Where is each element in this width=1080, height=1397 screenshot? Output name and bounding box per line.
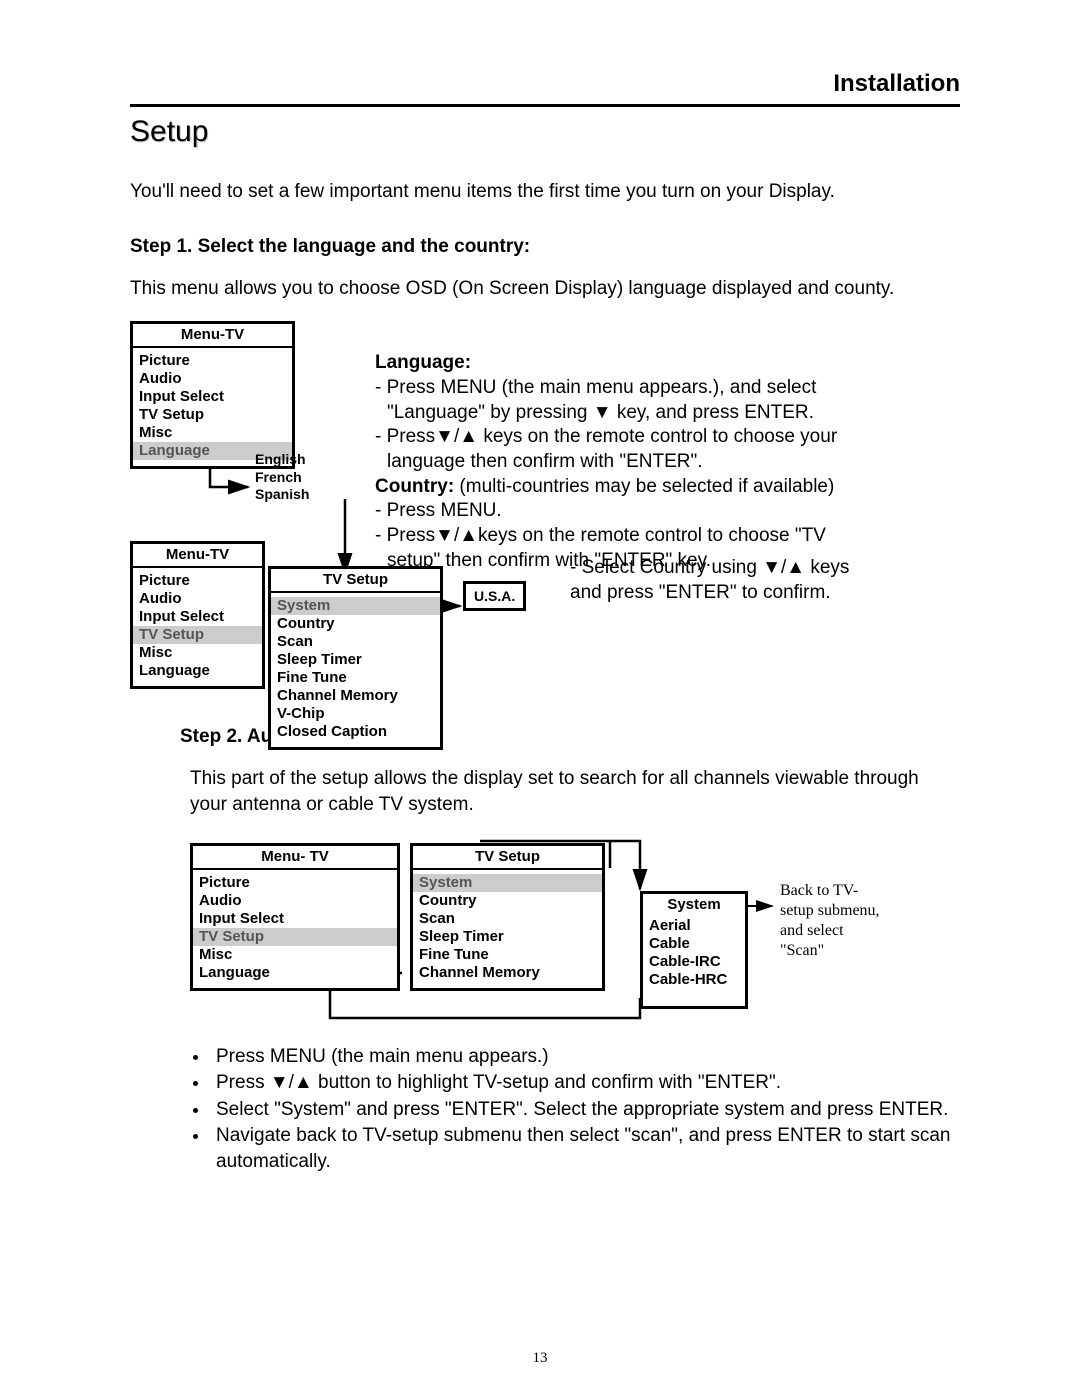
menu-item: Channel Memory <box>419 964 540 981</box>
menu-item: Misc <box>139 424 172 441</box>
page-category: Installation <box>130 70 960 98</box>
lang-option: Spanish <box>255 486 309 502</box>
language-options: English French Spanish <box>255 451 309 504</box>
page-number: 13 <box>0 1350 1080 1367</box>
menu-item: Fine Tune <box>277 669 347 686</box>
menu-item: Sleep Timer <box>419 928 504 945</box>
divider <box>130 104 960 107</box>
menu-item: Aerial <box>649 917 691 934</box>
step1-desc: This menu allows you to choose OSD (On S… <box>130 276 960 302</box>
country-label: Country: <box>375 476 454 497</box>
diagram-1: Menu-TV Picture Audio Input Select TV Se… <box>130 321 960 721</box>
menu-item: Sleep Timer <box>277 651 362 668</box>
menu-item-highlight: TV Setup <box>133 626 262 644</box>
menu-item: Input Select <box>139 608 224 625</box>
menu-item-highlight: System <box>271 597 440 615</box>
lang-option: French <box>255 469 302 485</box>
menu-item-highlight: TV Setup <box>193 928 397 946</box>
lang-option: English <box>255 451 306 467</box>
instruction-line: - Press MENU. <box>375 499 845 524</box>
menu-item: Misc <box>199 946 232 963</box>
menu-title: Menu- TV <box>193 846 397 870</box>
menu-title: Menu-TV <box>133 544 262 568</box>
menu-item: Language <box>139 662 210 679</box>
step2-desc: This part of the setup allows the displa… <box>190 766 960 817</box>
menu-title: Menu-TV <box>133 324 292 348</box>
step2-bullets: Press MENU (the main menu appears.) Pres… <box>130 1044 960 1175</box>
menu-item: Closed Caption <box>277 723 387 740</box>
menu-item: Channel Memory <box>277 687 398 704</box>
menu-item: V-Chip <box>277 705 325 722</box>
menu-tv-3: Menu- TV Picture Audio Input Select TV S… <box>190 843 400 991</box>
menu-item: Language <box>199 964 270 981</box>
instruction-line: - Press MENU (the main menu appears.), a… <box>375 376 845 425</box>
system-menu: System Aerial Cable Cable-IRC Cable-HRC <box>640 891 748 1009</box>
menu-item: Audio <box>139 370 182 387</box>
menu-item: Misc <box>139 644 172 661</box>
tv-setup-menu-2: TV Setup System Country Scan Sleep Timer… <box>410 843 605 991</box>
menu-item: Country <box>419 892 477 909</box>
menu-item: Cable-IRC <box>649 953 721 970</box>
instructions-right: Language: - Press MENU (the main menu ap… <box>375 351 845 573</box>
menu-title: TV Setup <box>413 846 602 870</box>
menu-item: Fine Tune <box>419 946 489 963</box>
diagram-2: Menu- TV Picture Audio Input Select TV S… <box>160 833 960 1038</box>
back-note: Back to TV-setup submenu, and select "Sc… <box>780 881 890 961</box>
instruction-line: - Press▼/▲ keys on the remote control to… <box>375 425 845 474</box>
step1-heading: Step 1. Select the language and the coun… <box>130 236 960 258</box>
bullet-item: Navigate back to TV-setup submenu then s… <box>210 1123 960 1174</box>
intro-text: You'll need to set a few important menu … <box>130 179 960 206</box>
language-label: Language: <box>375 352 471 373</box>
bullet-item: Select "System" and press "ENTER". Selec… <box>210 1097 960 1123</box>
menu-title: System <box>643 894 745 916</box>
menu-item: Picture <box>139 352 190 369</box>
menu-item: Picture <box>199 874 250 891</box>
menu-item: Cable-HRC <box>649 971 727 988</box>
country-sub: (multi-countries may be selected if avai… <box>454 476 834 497</box>
menu-item: Scan <box>419 910 455 927</box>
menu-item: Input Select <box>199 910 284 927</box>
menu-item: Picture <box>139 572 190 589</box>
tv-setup-menu: TV Setup System Country Scan Sleep Timer… <box>268 566 443 750</box>
bullet-item: Press ▼/▲ button to highlight TV-setup a… <box>210 1070 960 1096</box>
menu-tv-2: Menu-TV Picture Audio Input Select TV Se… <box>130 541 265 689</box>
menu-item-highlight: System <box>413 874 602 892</box>
menu-item: Audio <box>199 892 242 909</box>
menu-title: TV Setup <box>271 569 440 593</box>
menu-tv-1: Menu-TV Picture Audio Input Select TV Se… <box>130 321 295 469</box>
menu-item: Country <box>277 615 335 632</box>
page-title: Setup <box>130 115 960 149</box>
menu-item: Audio <box>139 590 182 607</box>
menu-item: Input Select <box>139 388 224 405</box>
country-value-box: U.S.A. <box>463 581 526 611</box>
menu-item: Cable <box>649 935 690 952</box>
bullet-item: Press MENU (the main menu appears.) <box>210 1044 960 1070</box>
menu-item: Scan <box>277 633 313 650</box>
menu-item: TV Setup <box>139 406 204 423</box>
select-country-text: - Select Country using ▼/▲ keys and pres… <box>570 556 860 605</box>
